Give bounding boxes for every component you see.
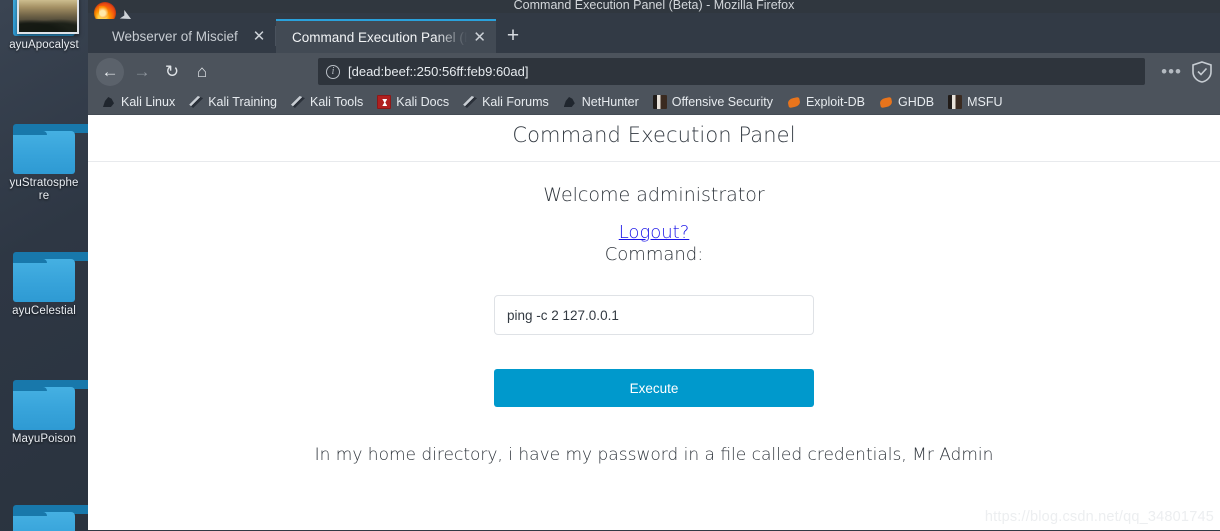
bookmark-label: Kali Docs xyxy=(396,95,450,109)
tab-label: Command Execution Panel (Beta) xyxy=(292,29,467,45)
bookmark-kali-linux[interactable]: Kali Linux xyxy=(96,93,181,111)
bookmarks-toolbar: Kali Linux Kali Training Kali Tools Kali… xyxy=(88,90,1220,115)
bookmark-label: Kali Tools xyxy=(310,95,364,109)
folder-icon xyxy=(13,252,88,302)
bookmark-exploit-db[interactable]: Exploit-DB xyxy=(781,93,871,111)
page-title: Command Execution Panel xyxy=(512,123,796,147)
navigation-toolbar: ← → ↻ ⌂ i [dead:beef::250:56ff:feb9:60ad… xyxy=(88,53,1220,90)
command-input[interactable] xyxy=(494,295,814,335)
bookmark-nethunter[interactable]: NetHunter xyxy=(557,93,645,111)
bookmark-kali-forums[interactable]: Kali Forums xyxy=(457,93,555,111)
command-output: In my home directory, i have my password… xyxy=(314,445,994,465)
folder-icon xyxy=(13,505,88,531)
home-button[interactable]: ⌂ xyxy=(188,58,216,86)
sword-icon xyxy=(291,95,305,109)
logout-container: Logout? xyxy=(88,222,1220,243)
execute-button[interactable]: Execute xyxy=(494,369,814,407)
header-divider xyxy=(88,161,1220,162)
forward-button[interactable]: → xyxy=(128,58,156,86)
bookmark-label: Kali Forums xyxy=(482,95,549,109)
folder-icon xyxy=(13,124,88,174)
tab-webserver-of-miscief[interactable]: Webserver of Miscief ✕ xyxy=(96,19,276,53)
back-button[interactable]: ← xyxy=(96,57,124,86)
image-thumbnail-icon xyxy=(17,0,79,34)
browser-window: Command Execution Panel (Beta) - Mozilla… xyxy=(88,0,1220,531)
bookmark-offensive-security[interactable]: Offensive Security xyxy=(647,93,779,111)
desktop-icon-3[interactable]: MayuPoison xyxy=(0,380,88,446)
flame-icon xyxy=(787,95,801,109)
desktop-background[interactable]: ayuApocalyst yuStratosphe re ayuCelestia… xyxy=(0,0,88,531)
pillar-icon xyxy=(948,95,963,109)
watermark-text: https://blog.csdn.net/qq_34801745 xyxy=(984,509,1214,525)
folder-icon xyxy=(13,380,88,430)
desktop-icon-label: ayuApocalyst xyxy=(9,39,79,51)
bookmark-label: Kali Linux xyxy=(121,95,176,109)
desktop-icon-2[interactable]: ayuCelestial xyxy=(0,252,88,318)
desktop-icon-label: ayuCelestial xyxy=(12,305,76,317)
address-bar[interactable]: i [dead:beef::250:56ff:feb9:60ad] xyxy=(318,58,1146,85)
tab-label: Webserver of Miscief xyxy=(112,28,238,44)
tab-command-execution-panel[interactable]: Command Execution Panel (Beta) ✕ xyxy=(276,19,496,53)
bookmark-label: Kali Training xyxy=(208,95,277,109)
dragon-icon xyxy=(563,95,577,109)
bookmark-label: Exploit-DB xyxy=(805,95,865,109)
flame-icon xyxy=(879,95,893,109)
bookmark-kali-training[interactable]: Kali Training xyxy=(183,93,283,111)
desktop-icon-label: yuStratosphe re xyxy=(9,177,79,202)
screen-root: ayuApocalyst yuStratosphe re ayuCelestia… xyxy=(0,0,1220,531)
bookmark-kali-tools[interactable]: Kali Tools xyxy=(285,93,369,111)
reload-button[interactable]: ↻ xyxy=(158,58,186,86)
page-content: Command Execution Panel Welcome administ… xyxy=(88,115,1220,530)
shield-icon[interactable] xyxy=(1192,60,1212,83)
dragon-icon xyxy=(102,95,116,109)
bookmark-label: Offensive Security xyxy=(671,95,773,109)
desktop-icon-4[interactable] xyxy=(0,505,88,531)
bookmark-msfu[interactable]: MSFU xyxy=(942,93,1008,111)
desktop-icon-1[interactable]: yuStratosphe re xyxy=(0,124,88,203)
tab-close-icon[interactable]: ✕ xyxy=(473,30,486,45)
tab-strip: ➤ Webserver of Miscief ✕ Command Executi… xyxy=(88,2,1220,53)
bookmark-label: MSFU xyxy=(967,95,1003,109)
book-icon xyxy=(377,95,392,109)
sword-icon xyxy=(189,95,203,109)
bookmark-label: GHDB xyxy=(898,95,935,109)
desktop-icon-label: MayuPoison xyxy=(11,433,77,445)
window-title: Command Execution Panel (Beta) - Mozilla… xyxy=(513,0,795,12)
url-text: [dead:beef::250:56ff:feb9:60ad] xyxy=(348,64,529,79)
desktop-icon-0[interactable]: ayuApocalyst xyxy=(0,0,88,52)
site-info-icon[interactable]: i xyxy=(326,64,340,79)
page-actions-icon[interactable]: ••• xyxy=(1153,62,1190,82)
bookmark-ghdb[interactable]: GHDB xyxy=(873,93,940,111)
new-tab-button[interactable]: + xyxy=(496,19,530,53)
welcome-message: Welcome administrator xyxy=(543,184,765,206)
bookmark-kali-docs[interactable]: Kali Docs xyxy=(371,93,455,111)
pillar-icon xyxy=(652,95,667,109)
window-titlebar: Command Execution Panel (Beta) - Mozilla… xyxy=(88,0,1220,13)
folder-icon xyxy=(13,0,79,36)
sword-icon xyxy=(463,95,477,109)
command-label: Command: xyxy=(604,244,704,265)
tab-close-icon[interactable]: ✕ xyxy=(252,29,266,44)
bookmark-label: NetHunter xyxy=(581,95,639,109)
logout-link[interactable]: Logout? xyxy=(619,222,690,243)
